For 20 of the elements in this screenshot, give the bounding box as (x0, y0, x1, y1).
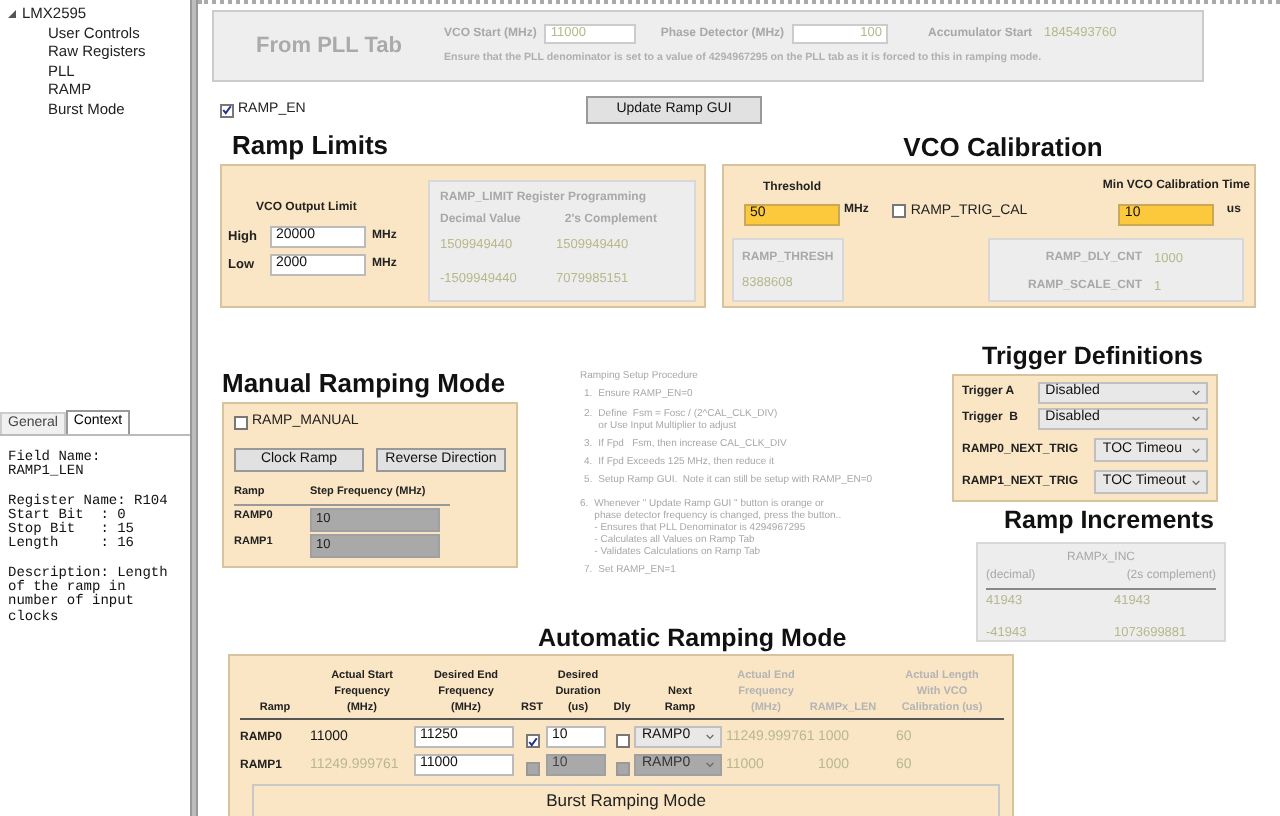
checkbox[interactable] (234, 415, 248, 430)
caret-icon (1192, 447, 1200, 453)
section-heading: Ramp Increments (1004, 504, 1216, 538)
checkbox[interactable] (220, 103, 234, 117)
checkbox[interactable] (892, 204, 907, 219)
caret-icon (1192, 479, 1200, 485)
panel-title: Burst Ramping Mode (546, 788, 706, 814)
caret-icon (706, 734, 714, 740)
caret-icon (1192, 390, 1200, 396)
section-heading: Ramp Limits (232, 128, 391, 164)
expand-icon[interactable] (8, 9, 16, 18)
caret-icon (706, 762, 714, 768)
section-heading: Trigger Definitions (982, 340, 1205, 374)
checkbox[interactable] (525, 734, 539, 748)
section-heading: Automatic Ramping Mode (538, 624, 847, 654)
caret-icon (1192, 416, 1200, 422)
checkbox[interactable] (615, 734, 629, 748)
section-heading: VCO Calibration (901, 130, 1105, 164)
panel-title: From PLL Tab (254, 31, 404, 62)
section-heading: Manual Ramping Mode (222, 366, 508, 402)
